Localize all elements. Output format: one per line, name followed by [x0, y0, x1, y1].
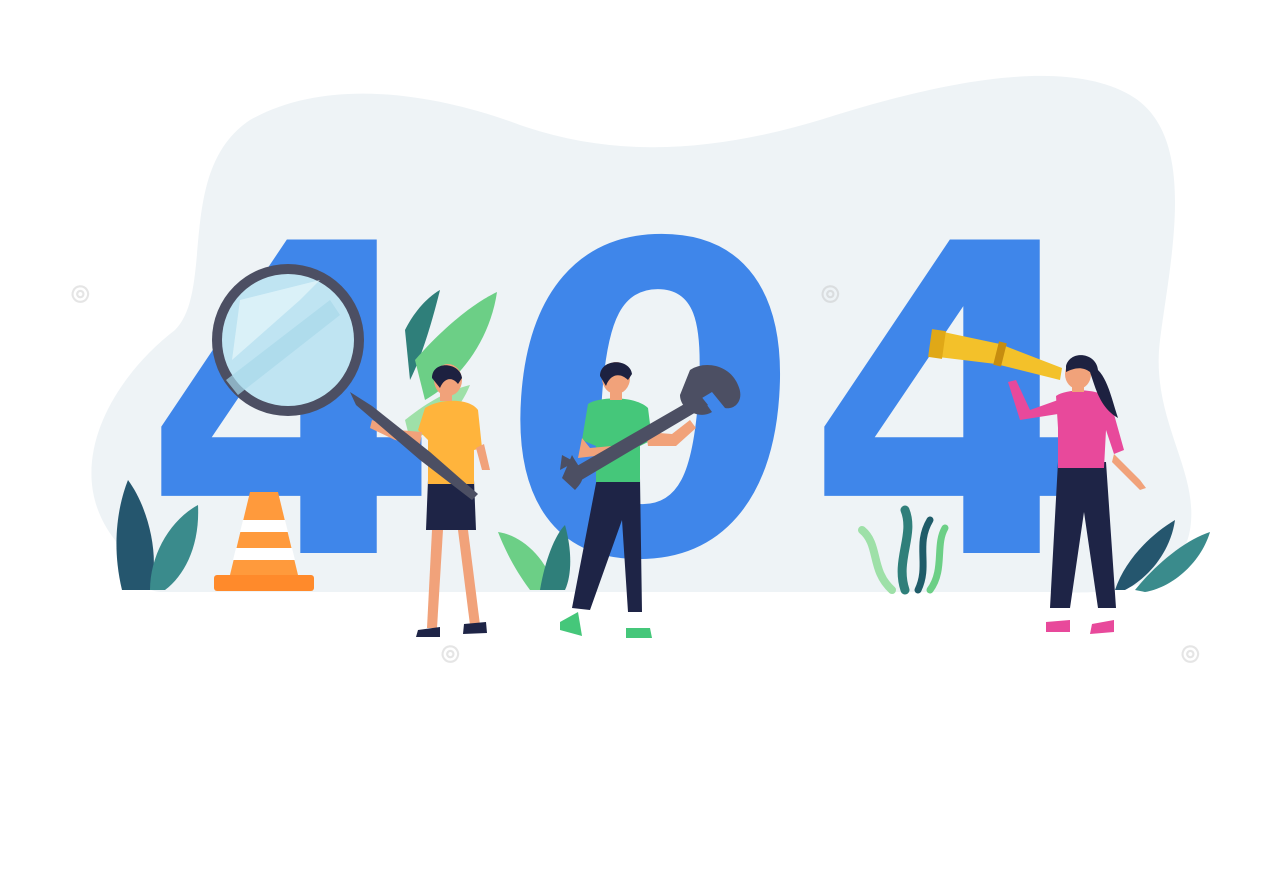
- leaves-right-icon: [1115, 520, 1210, 592]
- person-spyglass: [1008, 355, 1146, 634]
- plant-seaweed-icon: [858, 505, 949, 595]
- person-wrench: [560, 362, 696, 638]
- traffic-cone-icon: [214, 492, 314, 591]
- illustration-foreground: [116, 264, 1210, 638]
- spyglass-icon: [928, 329, 1062, 380]
- leaves-left-icon: [116, 480, 199, 590]
- plant-center-icon: [498, 525, 571, 590]
